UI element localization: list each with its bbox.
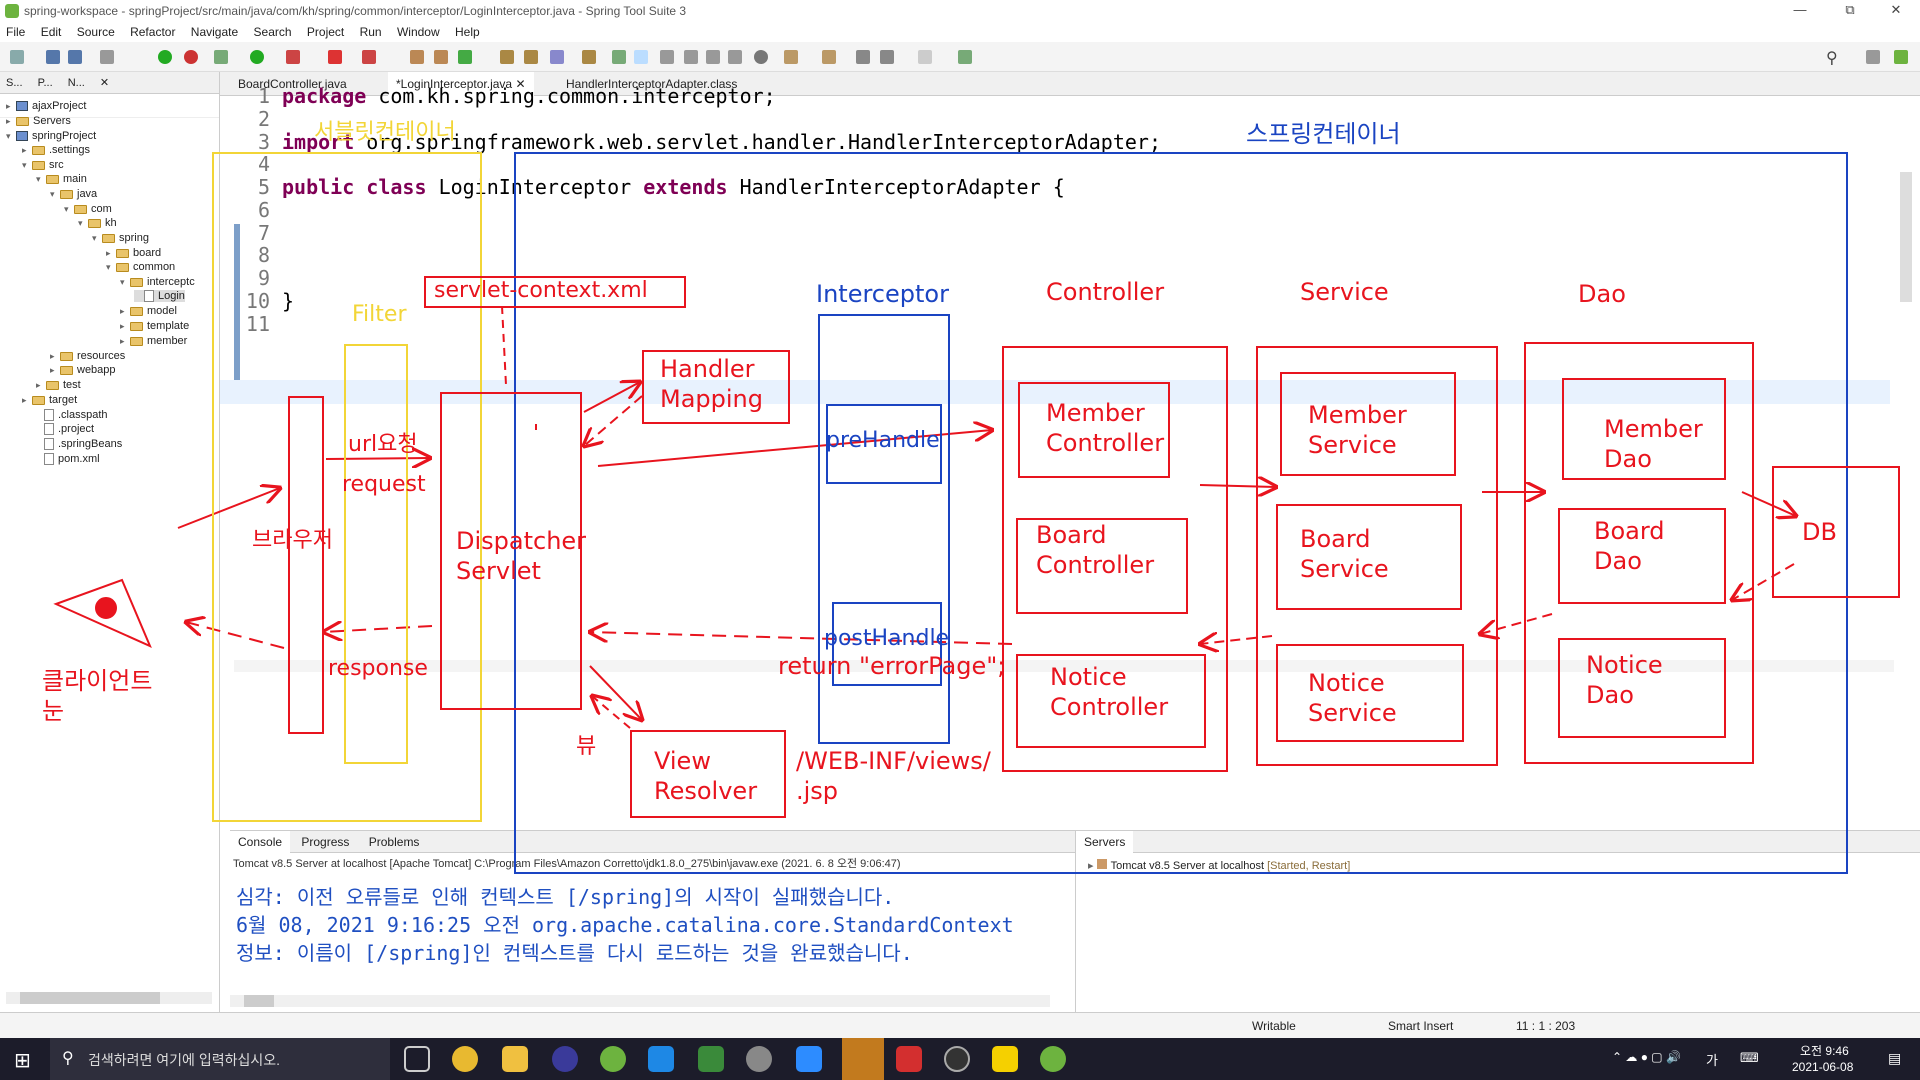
- response-label: response: [328, 656, 428, 681]
- prehandle-label: preHandle: [826, 428, 940, 453]
- browser-label: 브라우저: [252, 528, 333, 553]
- member-controller-label: Member Controller: [1046, 399, 1165, 457]
- board-service-label: Board Service: [1300, 525, 1389, 583]
- view-path-label: /WEB-INF/views/.jsp: [796, 747, 991, 805]
- controller-label: Controller: [1046, 278, 1165, 306]
- browser-box: [288, 396, 324, 734]
- request-label: request: [342, 472, 426, 497]
- notice-dao-label: Notice Dao: [1586, 651, 1663, 709]
- notice-controller-label: Notice Controller: [1050, 663, 1169, 721]
- servlet-context-label: servlet-context.xml: [434, 278, 648, 303]
- dashed-link-servlet-context: [501, 305, 507, 386]
- member-dao-label: Member Dao: [1604, 415, 1703, 473]
- notice-service-label: Notice Service: [1308, 669, 1397, 727]
- board-dao-label: Board Dao: [1594, 517, 1665, 575]
- board-controller-label: Board Controller: [1036, 521, 1155, 579]
- interceptor-label: Interceptor: [816, 280, 949, 308]
- filter-label: Filter: [352, 302, 407, 327]
- url-request-label: url요청: [348, 432, 418, 457]
- spring-container-label: 스프링컨테이너: [1246, 120, 1401, 148]
- db-label: DB: [1802, 518, 1837, 546]
- member-service-label: Member Service: [1308, 401, 1407, 459]
- filter-box: [344, 344, 408, 764]
- service-label: Service: [1300, 278, 1389, 306]
- handler-mapping-label: Handler Mapping: [660, 355, 763, 413]
- servlet-container-label: 서블릿컨테이너: [314, 120, 456, 145]
- dao-label: Dao: [1578, 280, 1626, 308]
- dispatcher-servlet-label: Dispatcher Servlet: [456, 527, 587, 585]
- client-eye-label: 클라이언트 눈: [42, 667, 153, 725]
- view-label: 뷰: [576, 734, 597, 759]
- posthandle-label: postHandle: [824, 626, 950, 651]
- view-resolver-label: View Resolver: [654, 747, 758, 805]
- return-error-page-label: return "errorPage";: [778, 652, 1006, 680]
- eye-pupil: [95, 597, 117, 619]
